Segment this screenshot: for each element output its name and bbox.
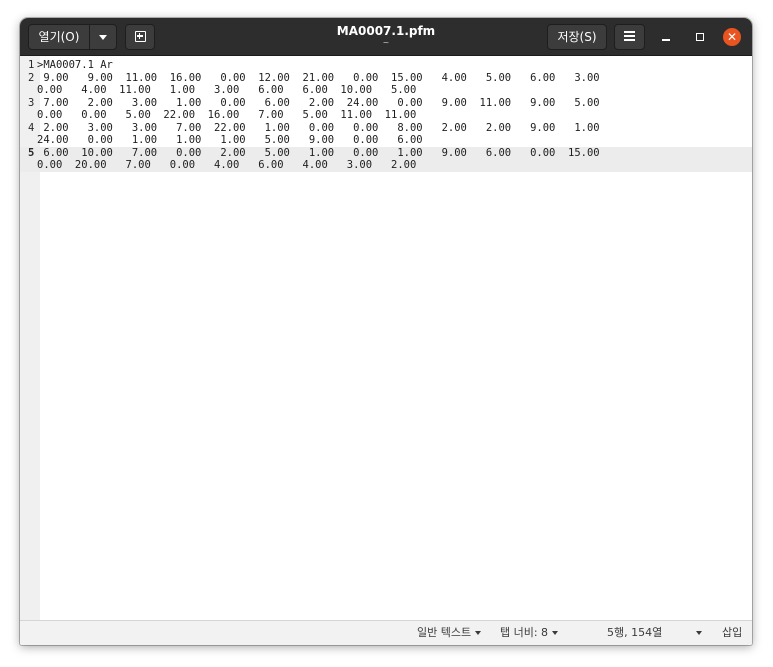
minimize-icon[interactable] — [656, 27, 676, 47]
line-text: 0.00 0.00 5.00 22.00 16.00 7.00 5.00 11.… — [37, 109, 417, 121]
close-icon[interactable]: ✕ — [723, 28, 741, 46]
editor-lines: 1 >MA0007.1 Ar 2 9.00 9.00 11.00 16.00 0.0… — [20, 59, 752, 172]
maximize-icon[interactable] — [690, 27, 710, 47]
editor-line[interactable]: 3 7.00 2.00 3.00 1.00 0.00 6.00 2.00 24.… — [20, 97, 752, 122]
text-editor-window: 열기(O) MA0007.1.pfm ~ 저장(S) ✕ 1 >MA0007.1 … — [20, 18, 752, 645]
position-dropdown[interactable] — [692, 626, 702, 640]
line-text: 7.00 2.00 3.00 1.00 0.00 6.00 2.00 24.00… — [37, 96, 600, 109]
line-number: 4 — [28, 121, 35, 134]
chevron-down-icon — [696, 631, 702, 635]
line-text: 6.00 10.00 7.00 0.00 2.00 5.00 1.00 0.00… — [37, 146, 600, 159]
open-recent-dropdown[interactable] — [89, 24, 117, 50]
chevron-down-icon — [475, 631, 482, 635]
language-selector[interactable]: 일반 텍스트 — [417, 626, 482, 640]
editor-line[interactable]: 2 9.00 9.00 11.00 16.00 0.00 12.00 21.00… — [20, 72, 752, 97]
cursor-position-label: 5행, 154열 — [607, 626, 663, 639]
tab-width-label: 탭 너비: 8 — [500, 626, 549, 639]
line-text: 24.00 0.00 1.00 1.00 1.00 5.00 9.00 0.00… — [37, 134, 423, 146]
language-label: 일반 텍스트 — [417, 626, 472, 639]
save-button-label: 저장(S) — [557, 30, 597, 44]
new-document-button[interactable] — [125, 24, 155, 50]
header-bar: 열기(O) MA0007.1.pfm ~ 저장(S) ✕ — [20, 18, 752, 56]
line-number: 3 — [28, 96, 35, 109]
window-title-area: MA0007.1.pfm ~ — [280, 23, 492, 47]
line-number: 2 — [28, 71, 35, 84]
window-subtitle: ~ — [382, 38, 390, 47]
open-button-label: 열기(O) — [38, 30, 80, 44]
line-text: 2.00 3.00 3.00 7.00 22.00 1.00 0.00 0.00… — [37, 121, 600, 134]
status-bar: 일반 텍스트 탭 너비: 8 5행, 154열 삽입 — [20, 620, 752, 645]
chevron-down-icon — [99, 35, 107, 40]
tab-width-selector[interactable]: 탭 너비: 8 — [500, 626, 559, 640]
main-menu-button[interactable] — [614, 24, 645, 50]
line-text: 0.00 4.00 11.00 1.00 3.00 6.00 6.00 10.0… — [37, 84, 417, 96]
editor-line[interactable]: 1 >MA0007.1 Ar — [20, 59, 752, 72]
editor-line[interactable]: 4 2.00 3.00 3.00 7.00 22.00 1.00 0.00 0.… — [20, 122, 752, 147]
window-title: MA0007.1.pfm — [336, 24, 436, 38]
text-editor-area[interactable]: 1 >MA0007.1 Ar 2 9.00 9.00 11.00 16.00 0.0… — [20, 56, 752, 620]
insert-mode-indicator[interactable]: 삽입 — [722, 626, 742, 640]
line-number: 5 — [28, 146, 35, 159]
cursor-position[interactable]: 5행, 154열 — [607, 626, 662, 640]
editor-line[interactable]: 5 6.00 10.00 7.00 0.00 2.00 5.00 1.00 0.… — [20, 146, 752, 172]
line-text: 9.00 9.00 11.00 16.00 0.00 12.00 21.00 0… — [37, 71, 600, 84]
save-button[interactable]: 저장(S) — [547, 24, 607, 50]
line-number: 1 — [28, 59, 35, 71]
new-tab-icon — [134, 31, 146, 42]
line-text: >MA0007.1 Ar — [37, 59, 113, 71]
chevron-down-icon — [552, 631, 559, 635]
open-button[interactable]: 열기(O) — [28, 24, 90, 50]
insert-mode-label: 삽입 — [722, 626, 743, 639]
hamburger-menu-icon — [624, 29, 635, 43]
line-text: 0.00 20.00 7.00 0.00 4.00 6.00 4.00 3.00… — [37, 159, 417, 171]
